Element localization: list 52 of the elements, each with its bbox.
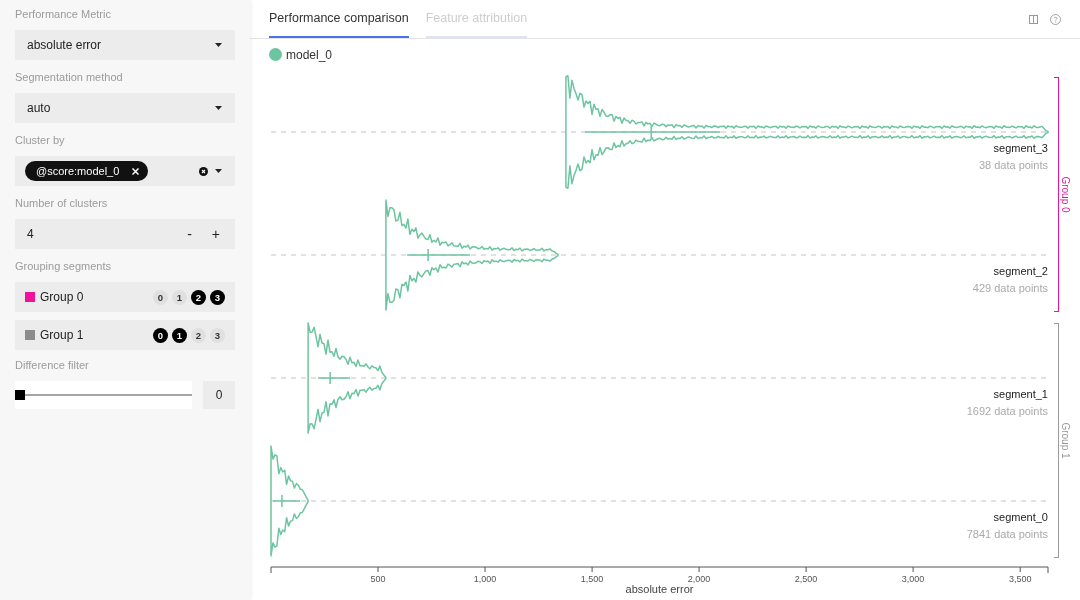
caret-icon[interactable] bbox=[215, 169, 222, 173]
slider-thumb[interactable] bbox=[15, 390, 25, 400]
tick-label: 3,500 bbox=[1008, 574, 1032, 584]
group-label: Group 0 bbox=[1060, 176, 1071, 213]
segment-toggle[interactable]: 2 bbox=[191, 289, 206, 305]
segment-toggle[interactable]: 0 bbox=[153, 289, 168, 305]
segment-name: segment_3 bbox=[993, 142, 1048, 154]
segment-toggle[interactable]: 2 bbox=[191, 327, 206, 343]
metric-dropdown[interactable]: absolute error bbox=[15, 30, 235, 60]
number-stepper-field[interactable]: 4 - + bbox=[15, 219, 235, 249]
field-label: Number of clusters bbox=[15, 197, 108, 210]
field-label: Performance Metric bbox=[15, 8, 111, 21]
data-points-count: 38 data points bbox=[978, 159, 1048, 171]
segment-toggle[interactable]: 1 bbox=[172, 289, 187, 305]
segment-toggle[interactable]: 1 bbox=[172, 327, 187, 343]
tag-chip[interactable]: @score:model_0 bbox=[25, 161, 149, 181]
segment-name: segment_1 bbox=[993, 388, 1048, 400]
clear-icon[interactable] bbox=[199, 166, 208, 176]
caret-icon[interactable] bbox=[215, 106, 222, 110]
field-label: Segmentation method bbox=[15, 71, 123, 84]
columns-icon[interactable] bbox=[1029, 14, 1038, 24]
increment-button[interactable]: + bbox=[209, 227, 222, 241]
slider-track[interactable] bbox=[15, 381, 192, 409]
tick-label: 2,500 bbox=[794, 574, 818, 584]
segment-toggle[interactable]: 3 bbox=[210, 327, 225, 343]
group-name: Group 0 bbox=[40, 289, 84, 306]
tick-label: 2,000 bbox=[687, 574, 711, 584]
axis-title: absolute error bbox=[625, 583, 694, 595]
segment-toggle[interactable]: 3 bbox=[210, 289, 225, 305]
tick-label: 1,500 bbox=[580, 574, 604, 584]
data-points-count: 1692 data points bbox=[966, 405, 1048, 417]
tick-label: 500 bbox=[370, 574, 386, 584]
segmentation-dropdown[interactable]: auto bbox=[15, 93, 235, 123]
tab[interactable]: Performance comparison bbox=[269, 0, 409, 38]
field-label: Cluster by bbox=[15, 134, 65, 147]
decrement-button[interactable]: - bbox=[185, 227, 194, 241]
close-icon[interactable] bbox=[132, 167, 140, 175]
field-label: Grouping segments bbox=[15, 260, 111, 273]
tick-label: 3,000 bbox=[901, 574, 925, 584]
tick-label: 1,000 bbox=[473, 574, 497, 584]
legend-label: model_0 bbox=[286, 46, 333, 64]
data-points-count: 7841 data points bbox=[966, 528, 1048, 540]
cluster-select[interactable]: @score:model_0 bbox=[15, 156, 235, 186]
segment-toggle[interactable]: 0 bbox=[153, 327, 168, 343]
caret-icon[interactable] bbox=[215, 43, 222, 47]
group-label: Group 1 bbox=[1060, 422, 1071, 459]
group-name: Group 1 bbox=[40, 327, 84, 344]
segment-name: segment_2 bbox=[993, 265, 1048, 277]
data-points-count: 429 data points bbox=[972, 282, 1048, 294]
field-label: Difference filter bbox=[15, 359, 89, 372]
segment-name: segment_0 bbox=[993, 511, 1048, 523]
filter-value-field[interactable]: 0 bbox=[203, 381, 235, 409]
